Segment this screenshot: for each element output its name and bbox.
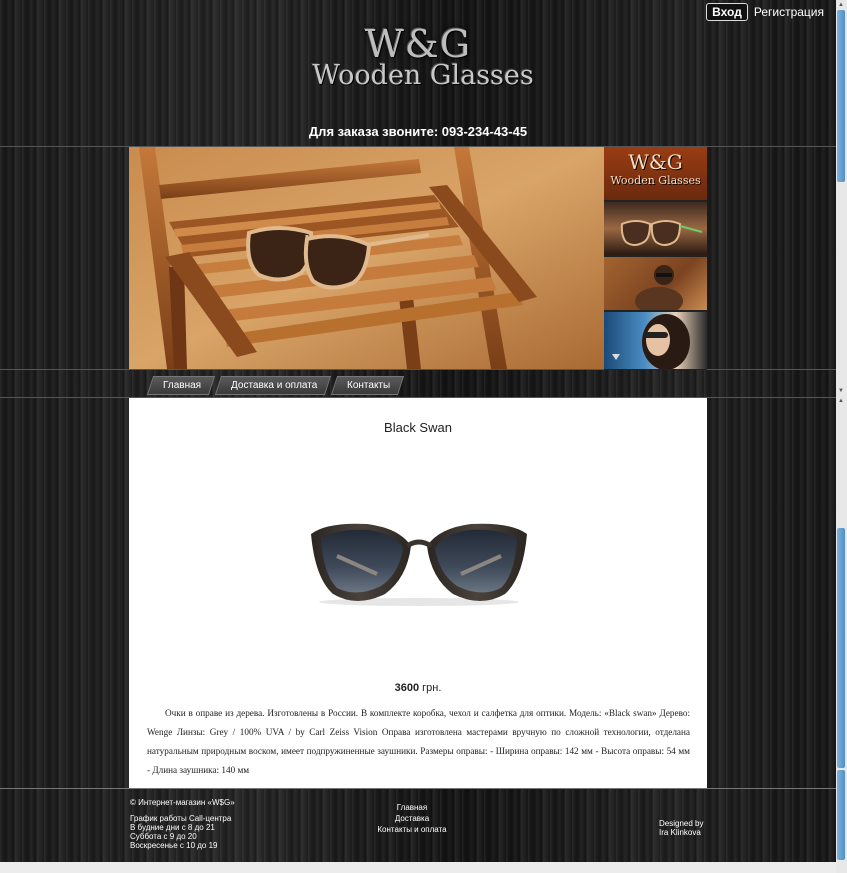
slider-band: W&G Wooden Glasses bbox=[0, 147, 836, 371]
thumb-logo-subtitle: Wooden Glasses bbox=[610, 174, 701, 187]
footer-link-contacts[interactable]: Контакты и оплата bbox=[370, 824, 454, 835]
thumb-model-image bbox=[635, 265, 683, 310]
sunglasses-product-image bbox=[311, 523, 527, 606]
product-description: Очки в оправе из дерева. Изготовлены в Р… bbox=[147, 708, 690, 775]
scrollbar-thumb[interactable] bbox=[837, 10, 845, 182]
bottom-strip bbox=[0, 862, 836, 873]
designed-by-label: Designed by bbox=[659, 819, 704, 828]
footer-credits: Designed by Ira Klinkova bbox=[659, 819, 703, 837]
register-link[interactable]: Регистрация bbox=[754, 5, 824, 19]
thumb-woman-image bbox=[612, 314, 690, 369]
main-nav: Главная Доставка и оплата Контакты bbox=[0, 370, 836, 398]
footer-link-delivery[interactable]: Доставка bbox=[370, 813, 454, 824]
footer-link-home[interactable]: Главная bbox=[370, 802, 454, 813]
footer-hours-weekdays: В будние дни с 8 до 21 bbox=[130, 823, 215, 832]
scroll-down-arrow-icon[interactable]: ▼ bbox=[838, 388, 844, 394]
auth-links: Вход Регистрация bbox=[706, 3, 824, 21]
slider-thumb-logo[interactable]: W&G Wooden Glasses bbox=[604, 147, 707, 202]
footer: © Интернет-магазин «W$G» График работы C… bbox=[0, 788, 836, 863]
order-phone: Для заказа звоните: 093-234-43-45 bbox=[308, 124, 528, 139]
designer-name: Ira Klinkova bbox=[659, 828, 701, 837]
footer-hours-sunday: Воскресенье с 10 до 19 bbox=[130, 841, 218, 850]
logo-subtitle[interactable]: Wooden Glasses bbox=[0, 60, 846, 91]
page: W&G Wooden Glasses Для заказа звоните: 0… bbox=[0, 0, 836, 873]
thumb-sunglasses-image bbox=[620, 220, 703, 246]
price-currency: грн. bbox=[419, 682, 442, 694]
scroll-up-arrow-icon[interactable]: ▲ bbox=[838, 2, 844, 8]
vertical-scrollbar[interactable]: ▲ ▼ ▲ bbox=[836, 0, 847, 873]
nav-items: Главная Доставка и оплата Контакты bbox=[146, 376, 405, 395]
nav-item-delivery[interactable]: Доставка и оплата bbox=[214, 376, 332, 395]
slider-thumb-woman[interactable] bbox=[604, 312, 707, 371]
footer-info: © Интернет-магазин «W$G» График работы C… bbox=[130, 798, 235, 850]
price-value: 3600 bbox=[394, 682, 420, 694]
scrollbar-thumb-secondary[interactable] bbox=[837, 528, 845, 768]
nav-item-label: Главная bbox=[163, 380, 202, 391]
header: W&G Wooden Glasses Для заказа звоните: 0… bbox=[0, 0, 836, 147]
product-card: Black Swan 3600 грн. Очки в оправе из де… bbox=[129, 398, 707, 788]
chair-sunglasses-photo bbox=[129, 147, 604, 369]
product-price: 3600 грн. bbox=[129, 682, 707, 694]
nav-item-label: Контакты bbox=[347, 380, 391, 391]
main-slide-image[interactable] bbox=[129, 147, 604, 369]
nav-item-contacts[interactable]: Контакты bbox=[331, 376, 405, 395]
nav-item-home[interactable]: Главная bbox=[146, 376, 216, 395]
slider-down-arrow-icon bbox=[612, 354, 620, 360]
nav-item-label: Доставка и оплата bbox=[231, 380, 318, 391]
login-button[interactable]: Вход bbox=[706, 3, 748, 21]
footer-links: Главная Доставка Контакты и оплата bbox=[370, 802, 454, 835]
footer-copyright: © Интернет-магазин «W$G» bbox=[130, 798, 235, 807]
slider-thumb-model[interactable] bbox=[604, 257, 707, 312]
scroll-up-arrow-icon[interactable]: ▲ bbox=[838, 398, 844, 404]
product-title: Black Swan bbox=[384, 420, 452, 435]
scrollbar-thumb-tertiary[interactable] bbox=[837, 770, 845, 860]
footer-hours-saturday: Суббота с 9 до 20 bbox=[130, 832, 197, 841]
footer-hours-title: График работы Call-центра bbox=[130, 814, 232, 823]
product-image[interactable] bbox=[307, 516, 531, 613]
thumb-logo-title: W&G bbox=[628, 150, 683, 174]
slider-thumb-sunglasses[interactable] bbox=[604, 202, 707, 257]
